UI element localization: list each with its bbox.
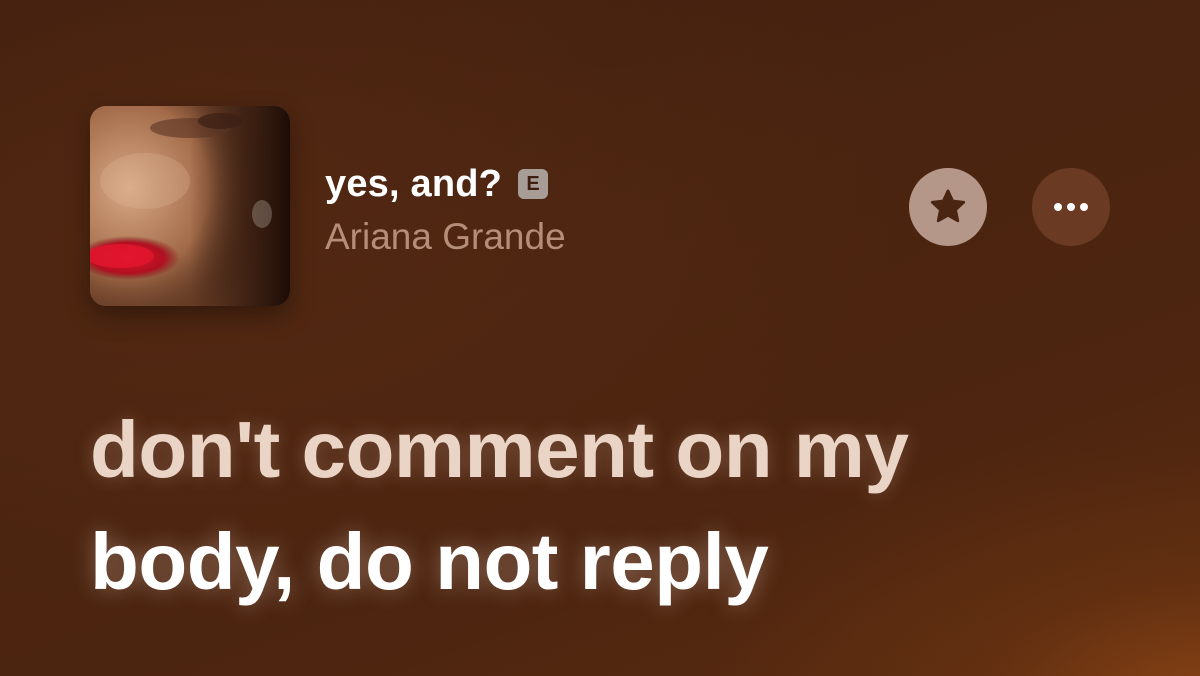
- more-options-button[interactable]: [1032, 168, 1110, 246]
- track-title-row: yes, and? E: [325, 162, 549, 206]
- track-title[interactable]: yes, and?: [325, 163, 502, 206]
- lyric-line-next[interactable]: body, do not reply: [90, 506, 1170, 618]
- explicit-badge: E: [518, 169, 549, 199]
- favorite-button[interactable]: [909, 168, 987, 246]
- lyrics-panel: don't comment on my body, do not reply: [90, 394, 1170, 618]
- album-artwork-image: [90, 106, 290, 306]
- artist-name[interactable]: Ariana Grande: [325, 216, 566, 258]
- background-blur: [500, 0, 720, 100]
- ellipsis-icon: [1054, 203, 1088, 211]
- album-artwork[interactable]: [90, 106, 290, 306]
- star-icon: [930, 189, 966, 223]
- lyric-line-current[interactable]: don't comment on my: [90, 394, 1170, 506]
